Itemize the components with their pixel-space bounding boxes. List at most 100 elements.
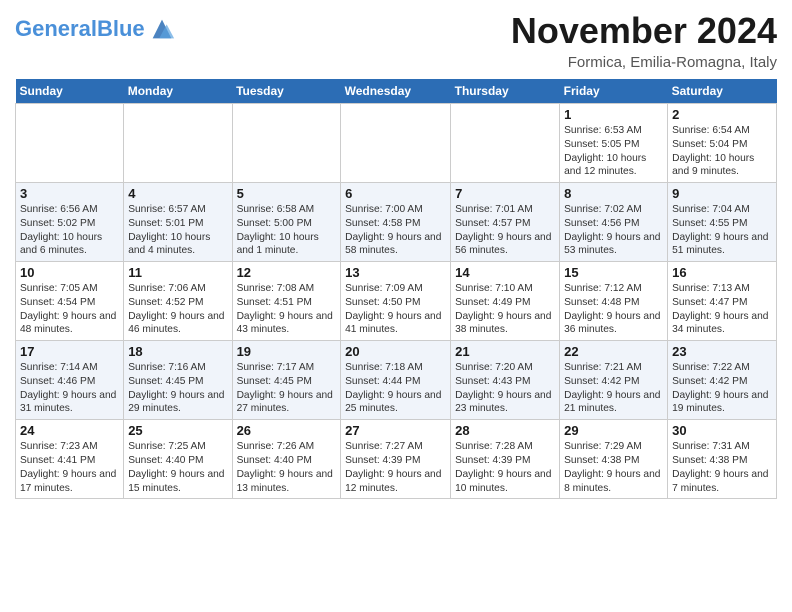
- day-number: 17: [20, 344, 119, 359]
- day-info: Sunrise: 6:54 AMSunset: 5:04 PMDaylight:…: [672, 124, 772, 179]
- day-info: Sunrise: 7:22 AMSunset: 4:42 PMDaylight:…: [672, 361, 772, 416]
- day-number: 16: [672, 265, 772, 280]
- page-header: GeneralBlue November 2024 Formica, Emili…: [15, 10, 777, 71]
- table-row: 13Sunrise: 7:09 AMSunset: 4:50 PMDayligh…: [341, 262, 451, 341]
- calendar-header-row: Sunday Monday Tuesday Wednesday Thursday…: [16, 79, 777, 104]
- header-tuesday: Tuesday: [232, 79, 341, 104]
- day-number: 26: [237, 423, 337, 438]
- table-row: 8 Sunrise: 7:02 AMSunset: 4:56 PMDaylight…: [560, 183, 668, 262]
- day-number: 1: [564, 107, 663, 122]
- day-info: Sunrise: 6:58 AMSunset: 5:00 PMDaylight:…: [237, 203, 337, 258]
- logo-text: GeneralBlue: [15, 18, 145, 40]
- day-info: Sunrise: 7:01 AMSunset: 4:57 PMDaylight:…: [455, 203, 555, 258]
- header-sunday: Sunday: [16, 79, 124, 104]
- table-row: 5 Sunrise: 6:58 AMSunset: 5:00 PMDaylight…: [232, 183, 341, 262]
- day-number: 21: [455, 344, 555, 359]
- day-number: 3: [20, 186, 119, 201]
- day-info: Sunrise: 7:20 AMSunset: 4:43 PMDaylight:…: [455, 361, 555, 416]
- table-row: 19 Sunrise: 7:17 AMSunset: 4:45 PMDayligh…: [232, 341, 341, 420]
- table-row: 29 Sunrise: 7:29 AMSunset: 4:38 PMDayligh…: [560, 420, 668, 499]
- logo-icon: [148, 15, 176, 43]
- day-info: Sunrise: 7:14 AMSunset: 4:46 PMDaylight:…: [20, 361, 119, 416]
- table-row: [451, 104, 560, 183]
- table-row: 4Sunrise: 6:57 AMSunset: 5:01 PMDaylight…: [124, 183, 232, 262]
- calendar-table: Sunday Monday Tuesday Wednesday Thursday…: [15, 79, 777, 499]
- day-info: Sunrise: 7:06 AMSunset: 4:52 PMDaylight:…: [128, 282, 227, 337]
- day-info: Sunrise: 6:53 AMSunset: 5:05 PMDaylight:…: [564, 124, 663, 179]
- title-section: November 2024 Formica, Emilia-Romagna, I…: [511, 10, 777, 71]
- day-number: 29: [564, 423, 663, 438]
- day-info: Sunrise: 7:17 AMSunset: 4:45 PMDaylight:…: [237, 361, 337, 416]
- day-number: 10: [20, 265, 119, 280]
- day-info: Sunrise: 7:12 AMSunset: 4:48 PMDaylight:…: [564, 282, 663, 337]
- day-number: 7: [455, 186, 555, 201]
- table-row: 3 Sunrise: 6:56 AMSunset: 5:02 PMDaylight…: [16, 183, 124, 262]
- day-number: 13: [345, 265, 446, 280]
- table-row: 24 Sunrise: 7:23 AMSunset: 4:41 PMDayligh…: [16, 420, 124, 499]
- table-row: 26 Sunrise: 7:26 AMSunset: 4:40 PMDayligh…: [232, 420, 341, 499]
- day-number: 15: [564, 265, 663, 280]
- day-info: Sunrise: 6:56 AMSunset: 5:02 PMDaylight:…: [20, 203, 119, 258]
- month-year-title: November 2024: [511, 10, 777, 52]
- day-info: Sunrise: 7:29 AMSunset: 4:38 PMDaylight:…: [564, 440, 663, 495]
- calendar-week-row: 3 Sunrise: 6:56 AMSunset: 5:02 PMDaylight…: [16, 183, 777, 262]
- table-row: 25 Sunrise: 7:25 AMSunset: 4:40 PMDayligh…: [124, 420, 232, 499]
- location-subtitle: Formica, Emilia-Romagna, Italy: [511, 54, 777, 71]
- day-number: 19: [237, 344, 337, 359]
- day-info: Sunrise: 7:04 AMSunset: 4:55 PMDaylight:…: [672, 203, 772, 258]
- calendar-week-row: 24 Sunrise: 7:23 AMSunset: 4:41 PMDayligh…: [16, 420, 777, 499]
- day-number: 11: [128, 265, 227, 280]
- table-row: [232, 104, 341, 183]
- day-info: Sunrise: 7:23 AMSunset: 4:41 PMDaylight:…: [20, 440, 119, 495]
- day-number: 23: [672, 344, 772, 359]
- day-info: Sunrise: 7:08 AMSunset: 4:51 PMDaylight:…: [237, 282, 337, 337]
- header-wednesday: Wednesday: [341, 79, 451, 104]
- table-row: 21 Sunrise: 7:20 AMSunset: 4:43 PMDayligh…: [451, 341, 560, 420]
- table-row: [341, 104, 451, 183]
- table-row: 14Sunrise: 7:10 AMSunset: 4:49 PMDayligh…: [451, 262, 560, 341]
- table-row: 15 Sunrise: 7:12 AMSunset: 4:48 PMDayligh…: [560, 262, 668, 341]
- table-row: 10 Sunrise: 7:05 AMSunset: 4:54 PMDayligh…: [16, 262, 124, 341]
- table-row: 9 Sunrise: 7:04 AMSunset: 4:55 PMDaylight…: [668, 183, 777, 262]
- day-number: 9: [672, 186, 772, 201]
- table-row: 23 Sunrise: 7:22 AMSunset: 4:42 PMDayligh…: [668, 341, 777, 420]
- table-row: [124, 104, 232, 183]
- table-row: 17 Sunrise: 7:14 AMSunset: 4:46 PMDayligh…: [16, 341, 124, 420]
- table-row: [16, 104, 124, 183]
- calendar-week-row: 10 Sunrise: 7:05 AMSunset: 4:54 PMDayligh…: [16, 262, 777, 341]
- day-info: Sunrise: 7:00 AMSunset: 4:58 PMDaylight:…: [345, 203, 446, 258]
- day-number: 4: [128, 186, 227, 201]
- day-info: Sunrise: 7:25 AMSunset: 4:40 PMDaylight:…: [128, 440, 227, 495]
- table-row: 1 Sunrise: 6:53 AMSunset: 5:05 PMDaylight…: [560, 104, 668, 183]
- header-monday: Monday: [124, 79, 232, 104]
- day-info: Sunrise: 7:18 AMSunset: 4:44 PMDaylight:…: [345, 361, 446, 416]
- page-container: GeneralBlue November 2024 Formica, Emili…: [15, 10, 777, 499]
- day-info: Sunrise: 7:26 AMSunset: 4:40 PMDaylight:…: [237, 440, 337, 495]
- logo: GeneralBlue: [15, 15, 176, 43]
- table-row: 22Sunrise: 7:21 AMSunset: 4:42 PMDayligh…: [560, 341, 668, 420]
- table-row: 16Sunrise: 7:13 AMSunset: 4:47 PMDayligh…: [668, 262, 777, 341]
- day-info: Sunrise: 7:21 AMSunset: 4:42 PMDaylight:…: [564, 361, 663, 416]
- day-info: Sunrise: 7:10 AMSunset: 4:49 PMDaylight:…: [455, 282, 555, 337]
- day-number: 18: [128, 344, 227, 359]
- day-number: 30: [672, 423, 772, 438]
- table-row: 12 Sunrise: 7:08 AMSunset: 4:51 PMDayligh…: [232, 262, 341, 341]
- day-number: 8: [564, 186, 663, 201]
- table-row: 30Sunrise: 7:31 AMSunset: 4:38 PMDayligh…: [668, 420, 777, 499]
- day-number: 12: [237, 265, 337, 280]
- day-number: 6: [345, 186, 446, 201]
- header-friday: Friday: [560, 79, 668, 104]
- table-row: 11 Sunrise: 7:06 AMSunset: 4:52 PMDayligh…: [124, 262, 232, 341]
- table-row: 2Sunrise: 6:54 AMSunset: 5:04 PMDaylight…: [668, 104, 777, 183]
- table-row: 27Sunrise: 7:27 AMSunset: 4:39 PMDayligh…: [341, 420, 451, 499]
- day-info: Sunrise: 7:02 AMSunset: 4:56 PMDaylight:…: [564, 203, 663, 258]
- table-row: 20 Sunrise: 7:18 AMSunset: 4:44 PMDayligh…: [341, 341, 451, 420]
- calendar-week-row: 1 Sunrise: 6:53 AMSunset: 5:05 PMDaylight…: [16, 104, 777, 183]
- day-number: 25: [128, 423, 227, 438]
- day-info: Sunrise: 7:05 AMSunset: 4:54 PMDaylight:…: [20, 282, 119, 337]
- header-thursday: Thursday: [451, 79, 560, 104]
- day-number: 5: [237, 186, 337, 201]
- day-number: 24: [20, 423, 119, 438]
- table-row: 7 Sunrise: 7:01 AMSunset: 4:57 PMDaylight…: [451, 183, 560, 262]
- day-number: 20: [345, 344, 446, 359]
